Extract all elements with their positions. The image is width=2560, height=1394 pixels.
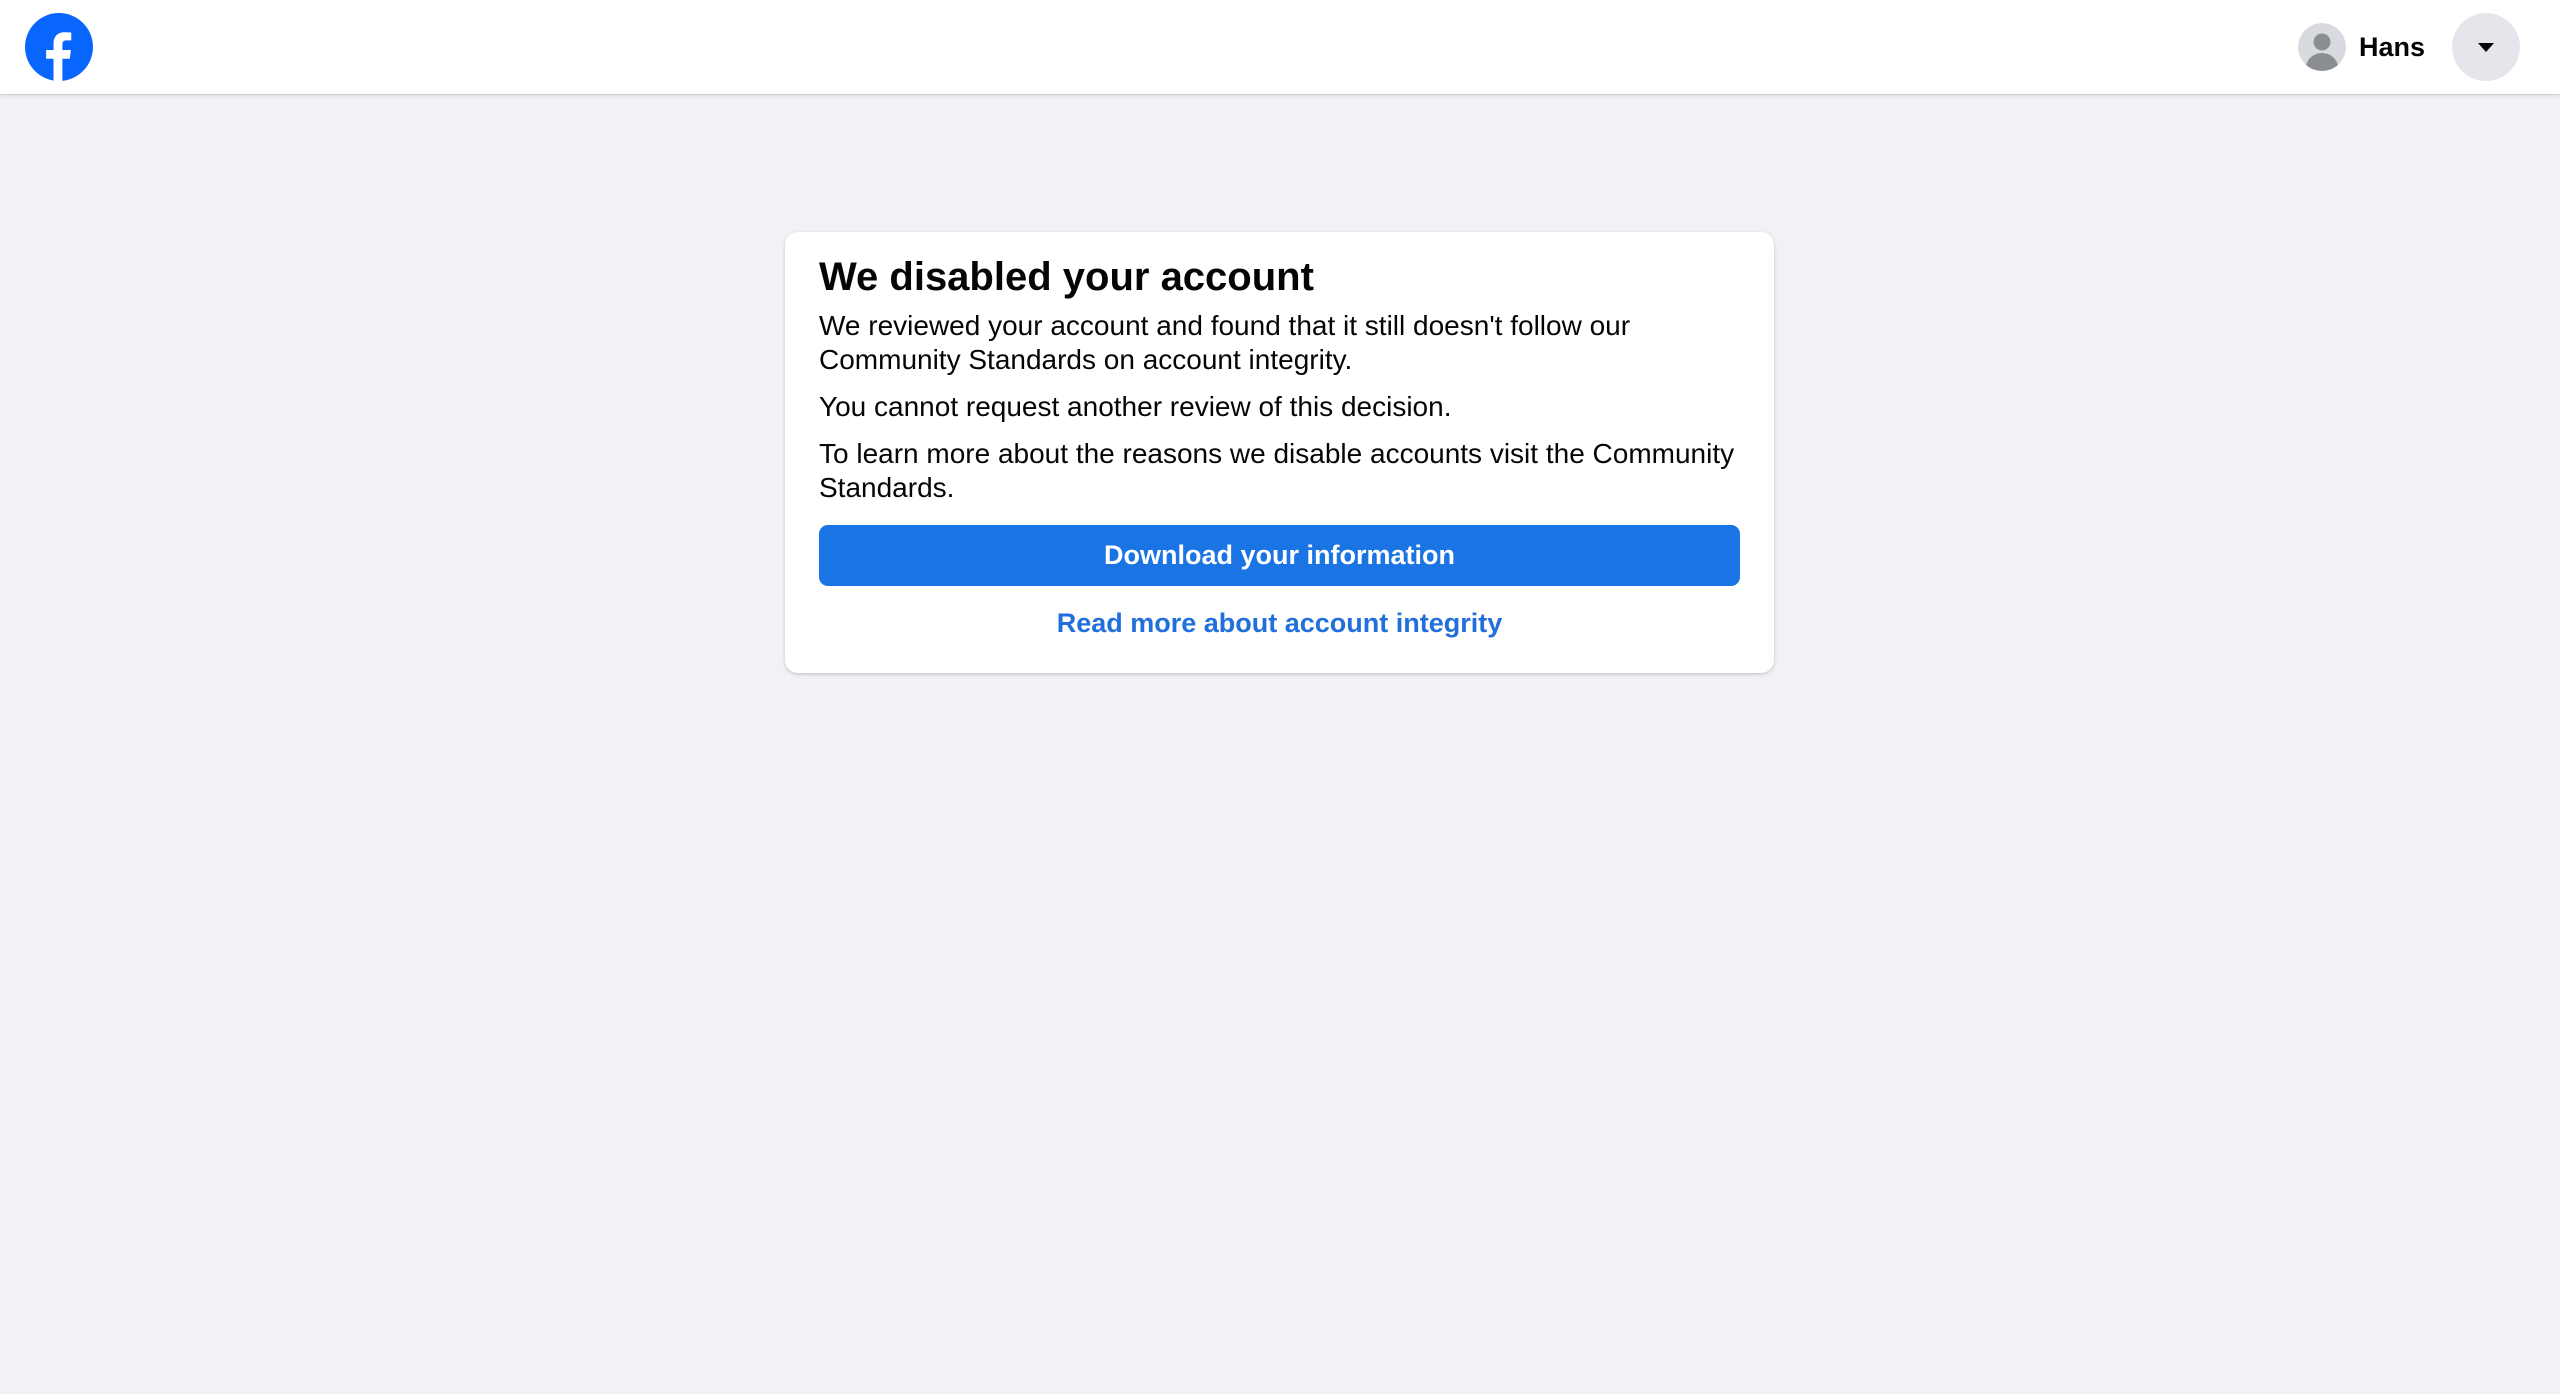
card-title: We disabled your account [819,255,1314,299]
caret-down-icon [2474,35,2498,59]
default-avatar-icon [2298,23,2346,71]
account-menu-button[interactable] [2452,13,2520,81]
profile-name: Hans [2359,31,2426,62]
learn-more-text: To learn more about the reasons we disab… [819,438,1735,503]
download-information-button[interactable]: Download your information [819,525,1740,586]
facebook-logo-icon[interactable] [25,13,93,81]
profile-button[interactable]: Hans [2292,20,2431,74]
disabled-account-card: We disabled your account We reviewed you… [785,232,1774,673]
no-review-text: You cannot request another review of thi… [819,391,1452,422]
account-integrity-link[interactable]: Read more about account integrity [819,608,1740,639]
review-explanation-text: We reviewed your account and found that … [819,310,1631,375]
top-navigation-bar: Hans [0,0,2560,94]
